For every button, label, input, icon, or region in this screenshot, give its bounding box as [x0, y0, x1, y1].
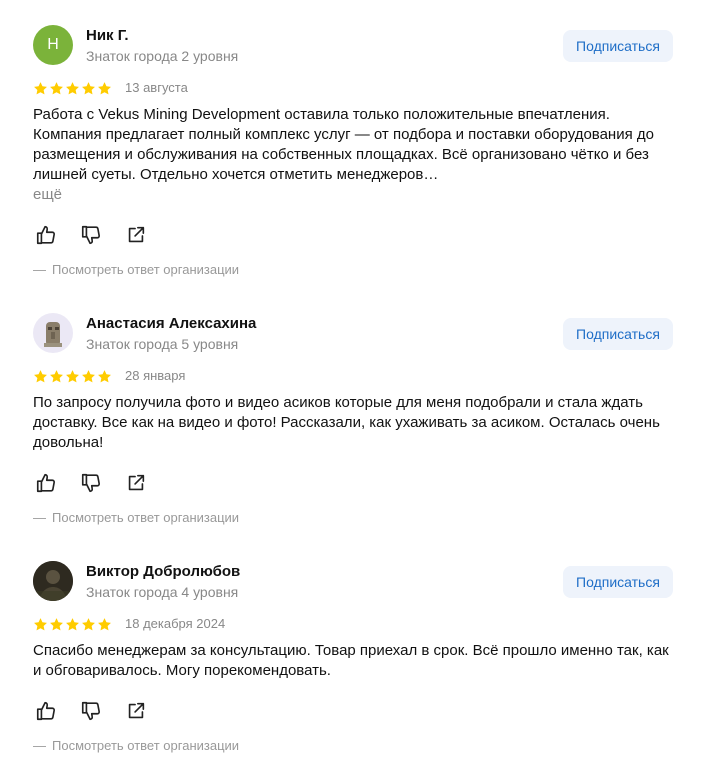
review-date: 18 декабря 2024 — [125, 616, 226, 631]
review-date: 13 августа — [125, 80, 188, 95]
avatar[interactable]: Н — [33, 25, 73, 65]
review-date: 28 января — [125, 368, 186, 383]
share-icon — [128, 226, 145, 243]
share-button[interactable] — [124, 699, 148, 723]
org-answer-label: Посмотреть ответ организации — [52, 510, 240, 525]
star-icon — [50, 370, 63, 383]
review-text: По запросу получила фото и видео асиков … — [33, 394, 660, 451]
dislike-button[interactable] — [79, 699, 103, 723]
review-card: Анастасия Алексахина Знаток города 5 уро… — [0, 313, 725, 533]
star-icon — [34, 370, 47, 383]
share-icon — [128, 474, 145, 491]
star-icon — [82, 618, 95, 631]
subscribe-button[interactable]: Подписаться — [563, 566, 673, 598]
dash: — — [33, 262, 46, 277]
org-answer-link[interactable]: — Посмотреть ответ организации — [33, 738, 239, 753]
photo-avatar-image — [33, 561, 73, 601]
star-icon — [98, 82, 111, 95]
avatar[interactable] — [33, 561, 73, 601]
share-button[interactable] — [124, 471, 148, 495]
like-button[interactable] — [34, 471, 58, 495]
author-name[interactable]: Анастасия Алексахина — [86, 315, 256, 332]
org-answer-label: Посмотреть ответ организации — [52, 738, 240, 753]
avatar-letter: Н — [47, 36, 59, 53]
org-answer-label: Посмотреть ответ организации — [52, 262, 240, 277]
more-link[interactable]: ещё — [33, 185, 62, 205]
star-icon — [82, 370, 95, 383]
like-button[interactable] — [34, 699, 58, 723]
dash: — — [33, 738, 46, 753]
star-icon — [34, 618, 47, 631]
star-icon — [66, 370, 79, 383]
org-answer-link[interactable]: — Посмотреть ответ организации — [33, 262, 239, 277]
avatar[interactable] — [33, 313, 73, 353]
rating-stars — [33, 617, 112, 632]
review-text: Спасибо менеджерам за консультацию. Това… — [33, 642, 669, 679]
like-icon — [36, 701, 56, 721]
star-icon — [82, 82, 95, 95]
star-icon — [50, 618, 63, 631]
author-name[interactable]: Ник Г. — [86, 27, 129, 44]
rating-stars — [33, 369, 112, 384]
author-level: Знаток города 2 уровня — [86, 48, 239, 64]
share-button[interactable] — [124, 223, 148, 247]
subscribe-button[interactable]: Подписаться — [563, 30, 673, 62]
dislike-button[interactable] — [79, 471, 103, 495]
star-icon — [66, 82, 79, 95]
like-icon — [36, 225, 56, 245]
author-level: Знаток города 5 уровня — [86, 336, 239, 352]
dislike-icon — [81, 473, 101, 493]
share-icon — [128, 702, 145, 719]
star-icon — [98, 618, 111, 631]
subscribe-button[interactable]: Подписаться — [563, 318, 673, 350]
star-icon — [50, 82, 63, 95]
like-icon — [36, 473, 56, 493]
org-answer-link[interactable]: — Посмотреть ответ организации — [33, 510, 239, 525]
dislike-button[interactable] — [79, 223, 103, 247]
review-card: Виктор Добролюбов Знаток города 4 уровня… — [0, 561, 725, 761]
dislike-icon — [81, 701, 101, 721]
star-icon — [66, 618, 79, 631]
statue-avatar-image — [44, 322, 62, 347]
dislike-icon — [81, 225, 101, 245]
dash: — — [33, 510, 46, 525]
author-name[interactable]: Виктор Добролюбов — [86, 563, 240, 580]
star-icon — [34, 82, 47, 95]
review-card: Н Ник Г. Знаток города 2 уровня Подписат… — [0, 25, 725, 285]
author-level: Знаток города 4 уровня — [86, 584, 239, 600]
rating-stars — [33, 81, 112, 96]
star-icon — [98, 370, 111, 383]
like-button[interactable] — [34, 223, 58, 247]
review-text: Работа с Vekus Mining Development остави… — [33, 106, 654, 183]
